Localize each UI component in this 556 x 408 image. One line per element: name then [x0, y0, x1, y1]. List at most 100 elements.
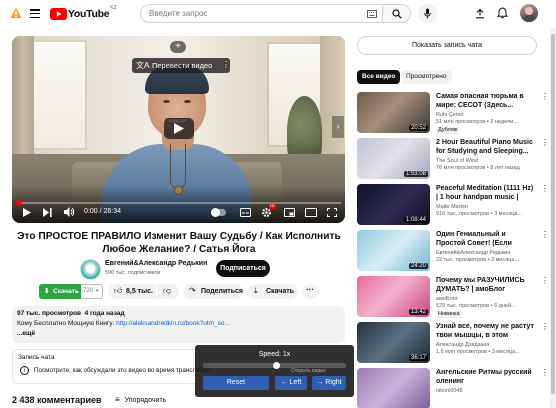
upload-icon[interactable] [475, 8, 485, 19]
more-options-icon[interactable]: ⋮ [541, 138, 549, 147]
scrollbar-thumb[interactable] [551, 34, 555, 394]
more-options-icon[interactable]: ⋮ [541, 368, 549, 377]
related-video-channel[interactable]: Евгений&Александр Редькин [436, 250, 536, 257]
speed-label: Speed: 1x [258, 351, 291, 358]
more-options-icon[interactable]: ⋮ [541, 230, 549, 239]
search-placeholder: Введите запрос [149, 9, 208, 18]
translate-video-button[interactable]: 文A Перевести видео ⋮ [132, 58, 230, 73]
related-video-views: 22 тыс. просмотров • 3 месяца... [436, 257, 519, 263]
views-date: 97 тыс. просмотров 4 года назад [17, 310, 125, 317]
related-video-views: 76 млн просмотров • 8 лет назад [436, 165, 520, 171]
autoplay-toggle[interactable] [211, 208, 226, 217]
related-video-thumbnail[interactable] [357, 368, 430, 408]
theater-mode-icon[interactable] [305, 208, 317, 217]
youtube-logo[interactable]: YouTube KZ [50, 5, 117, 20]
related-video-thumbnail[interactable]: 1:53:08 [357, 138, 430, 179]
related-video-title[interactable]: Самая опасная тюрьма в мире: СЕСОТ (Здес… [436, 92, 534, 110]
video-duration: 1:08:44 [403, 217, 428, 223]
related-video-title[interactable]: Peaceful Meditation (1111 Hz) | 1 hour h… [436, 184, 534, 202]
play-icon[interactable] [23, 208, 31, 217]
subscribe-button[interactable]: Подписаться [216, 260, 270, 277]
big-play-button[interactable] [164, 118, 194, 139]
video-duration: 20:52 [408, 125, 428, 131]
keyboard-icon[interactable] [367, 10, 377, 18]
menu-icon[interactable] [30, 9, 40, 19]
related-video-badge: Дубляж [436, 127, 460, 134]
chip-all-videos[interactable]: Все видео [357, 70, 401, 84]
related-video-title[interactable]: Один Гениальный и Простой Совет! (Если Х… [436, 230, 534, 248]
description-link[interactable]: http://aleksandredkin.ru/book?utm_so... [116, 320, 230, 327]
description-more-link[interactable]: ...ещё [17, 330, 35, 337]
related-video-channel[interactable]: амоБлог [436, 296, 536, 303]
next-video-icon[interactable] [43, 208, 52, 217]
show-chat-replay-button[interactable]: Показать запись чата [357, 36, 537, 55]
quality-select[interactable]: 720 ▾ [81, 284, 103, 299]
download-button[interactable]: ⤓ Скачать [248, 284, 298, 299]
related-video-title[interactable]: Узнай все, почему не растут твои мышцы, … [436, 322, 534, 340]
description-text: Кому Бесплатно Мощную Книгу: [17, 320, 115, 327]
seek-right-button[interactable]: → Right [312, 376, 346, 390]
more-horizontal-icon: ··· [306, 285, 314, 294]
more-options-icon[interactable]: ⋮ [541, 184, 549, 193]
seek-left-button[interactable]: ← Left [275, 376, 307, 390]
notifications-bell-icon[interactable] [497, 7, 508, 19]
top-bar: YouTube KZ Введите запрос [0, 0, 556, 28]
dislike-button[interactable]: 👎︎ [157, 284, 179, 299]
related-video-channel[interactable]: Ruhi Çenet [436, 112, 536, 119]
more-options-icon[interactable]: ⋮ [541, 276, 549, 285]
avatar[interactable] [520, 4, 538, 22]
channel-name[interactable]: Евгений&Александр Редькин [105, 260, 207, 267]
next-panel-arrow[interactable]: › [332, 116, 344, 138]
download-icon: ⤓ [254, 285, 258, 295]
related-video-badge: Новинка [436, 311, 462, 318]
related-video-title[interactable]: Ангельские Ритмы русский оленинг [436, 368, 534, 386]
video-player[interactable]: + 文A Перевести видео ⋮ › 0:00 / 26:34 HD [12, 36, 345, 223]
sort-icon: ≡ [115, 395, 120, 404]
related-video-thumbnail[interactable]: 1:08:44 [357, 184, 430, 225]
related-video-channel[interactable]: nikoni0048 [436, 388, 536, 395]
search-input[interactable]: Введите запрос [140, 4, 383, 23]
thumbs-down-icon: 👎︎ [163, 286, 172, 295]
related-video-channel[interactable]: The Soul of Wind [436, 158, 536, 165]
subtitles-icon[interactable] [240, 208, 251, 217]
related-video-channel[interactable]: Александр Дзядзаня [436, 342, 536, 349]
related-video-views: 529 тыс. просмотров • 6 дней... [436, 303, 516, 309]
video-duration: 13:42 [408, 309, 428, 315]
share-button[interactable]: ↷ Поделиться [183, 284, 243, 299]
related-video-thumbnail[interactable]: 20:52 [357, 92, 430, 133]
more-options-icon[interactable]: ⋮ [222, 60, 230, 69]
info-icon: i [20, 366, 29, 375]
add-to-queue-button[interactable]: + [170, 41, 186, 53]
microphone-icon [424, 8, 431, 19]
related-video-thumbnail[interactable]: 36:17 [357, 322, 430, 363]
volume-icon[interactable] [64, 207, 75, 217]
hd-badge: HD [269, 204, 276, 209]
related-video-views: 916 тыс. просмотров • 3 месяца... [436, 211, 523, 217]
chevron-down-icon: ▾ [96, 288, 99, 294]
play-icon [174, 123, 184, 134]
related-video-channel[interactable]: Malte Marten [436, 204, 536, 211]
like-button[interactable]: 👍︎ 8,5 тыс. [108, 284, 156, 299]
sort-comments-button[interactable]: ≡ Упорядочить [115, 395, 166, 404]
comments-count: 2 438 комментариев [12, 395, 102, 405]
channel-avatar[interactable] [80, 259, 101, 280]
related-video-title[interactable]: Почему мы РАЗУЧИЛИСЬ ДУМАТЬ? | амоБлог [436, 276, 534, 294]
search-button[interactable] [382, 4, 411, 23]
reset-speed-button[interactable]: Reset [203, 376, 269, 390]
chip-watched[interactable]: Просмотрено [401, 70, 452, 84]
related-video-thumbnail[interactable]: 24:20 [357, 230, 430, 271]
fullscreen-icon[interactable] [327, 208, 337, 217]
download-video-button[interactable]: ⬇ Скачать [39, 284, 81, 299]
progress-bar[interactable] [16, 202, 341, 204]
miniplayer-icon[interactable] [284, 208, 295, 217]
more-actions-button[interactable]: ··· [302, 284, 319, 299]
translate-icon: 文A [136, 61, 150, 70]
voice-search-button[interactable] [418, 4, 437, 23]
related-video-thumbnail[interactable]: 13:42 [357, 276, 430, 317]
video-duration: 1:53:08 [403, 171, 428, 177]
description-box[interactable]: 97 тыс. просмотров 4 года назад Кому Бес… [12, 306, 345, 343]
warning-icon[interactable] [10, 7, 22, 19]
more-options-icon[interactable]: ⋮ [541, 92, 549, 101]
related-video-title[interactable]: 2 Hour Beautiful Piano Music for Studyin… [436, 138, 534, 156]
more-options-icon[interactable]: ⋮ [541, 322, 549, 331]
